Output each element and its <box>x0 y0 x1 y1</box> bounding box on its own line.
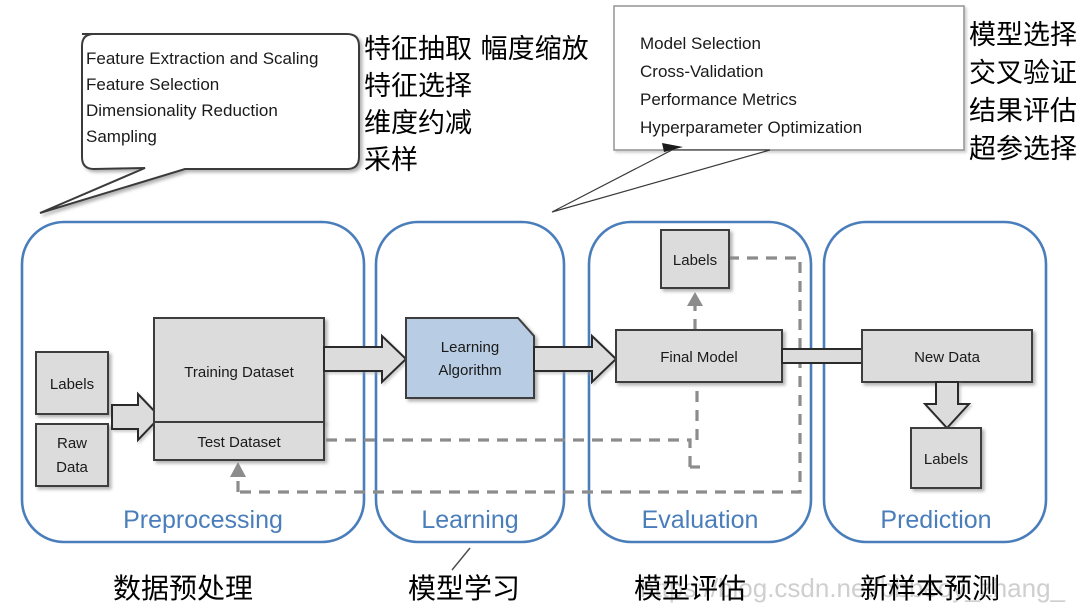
prediction-labels-label: Labels <box>924 451 968 468</box>
node-test-dataset: Test Dataset <box>153 421 325 461</box>
node-new-data: New Data <box>861 329 1033 383</box>
preprocessing-cn-line-1: 特征抽取 幅度缩放 <box>364 34 589 65</box>
node-training-dataset: Training Dataset <box>153 317 325 423</box>
ml-workflow-diagram: https://blog.csdn.net/bbbeoy_zhang_ Feat… <box>20 5 1077 605</box>
evaluation-callout-line-4: Hyperparameter Optimization <box>640 118 862 137</box>
caption-evaluation-cn: 模型评估 <box>634 572 746 605</box>
evaluation-callout: Model Selection Cross-Validation Perform… <box>551 5 965 213</box>
evaluation-callout-chinese: 模型选择 交叉验证 结果评估 超参选择 <box>969 20 1077 165</box>
node-final-model: Final Model <box>615 329 783 383</box>
preprocessing-callout-line-2: Feature Selection <box>86 75 219 94</box>
evaluation-cn-line-4: 超参选择 <box>969 134 1077 165</box>
caption-prediction-cn: 新样本预测 <box>860 572 1000 605</box>
learning-algorithm-label-line1: Learning <box>441 339 499 356</box>
preprocessing-cn-line-4: 采样 <box>364 145 418 176</box>
evaluation-callout-line-1: Model Selection <box>640 34 761 53</box>
connector-model-to-newdata <box>781 348 863 364</box>
preprocessing-cn-line-2: 特征选择 <box>364 71 472 102</box>
evaluation-cn-line-3: 结果评估 <box>969 96 1077 127</box>
panel-label-learning: Learning <box>421 506 518 534</box>
raw-data-label-line2: Data <box>56 459 88 476</box>
learning-caption-leader <box>451 547 471 571</box>
eval-labels-label: Labels <box>673 252 717 269</box>
node-eval-labels: Labels <box>660 229 730 289</box>
new-data-label: New Data <box>914 349 981 366</box>
final-model-label: Final Model <box>660 349 738 366</box>
learning-algorithm-label-line2: Algorithm <box>438 362 501 379</box>
node-labels-box: Labels <box>35 351 109 415</box>
caption-preprocessing-cn: 数据预处理 <box>113 572 253 605</box>
node-prediction-labels: Labels <box>910 427 982 489</box>
labels-box-label: Labels <box>50 376 94 393</box>
preprocessing-callout-line-4: Sampling <box>86 127 157 146</box>
preprocessing-callout: Feature Extraction and Scaling Feature S… <box>39 33 360 214</box>
preprocessing-callout-chinese: 特征抽取 幅度缩放 特征选择 维度约减 采样 <box>364 34 589 176</box>
panel-label-evaluation: Evaluation <box>642 506 759 534</box>
preprocessing-cn-line-3: 维度约减 <box>364 108 472 139</box>
node-raw-data-box: Raw Data <box>35 423 109 487</box>
evaluation-callout-line-3: Performance Metrics <box>640 90 797 109</box>
preprocessing-callout-line-1: Feature Extraction and Scaling <box>86 49 318 68</box>
raw-data-label-line1: Raw <box>57 435 87 452</box>
preprocessing-callout-line-3: Dimensionality Reduction <box>86 101 278 120</box>
evaluation-cn-line-1: 模型选择 <box>969 20 1077 51</box>
evaluation-callout-line-2: Cross-Validation <box>640 62 763 81</box>
test-dataset-label: Test Dataset <box>197 434 281 451</box>
evaluation-cn-line-2: 交叉验证 <box>969 58 1077 89</box>
caption-learning-cn: 模型学习 <box>408 572 520 605</box>
panel-label-prediction: Prediction <box>880 506 991 534</box>
training-dataset-label: Training Dataset <box>184 364 294 381</box>
panel-label-preprocessing: Preprocessing <box>123 506 283 534</box>
node-learning-algorithm: Learning Algorithm <box>405 317 535 399</box>
